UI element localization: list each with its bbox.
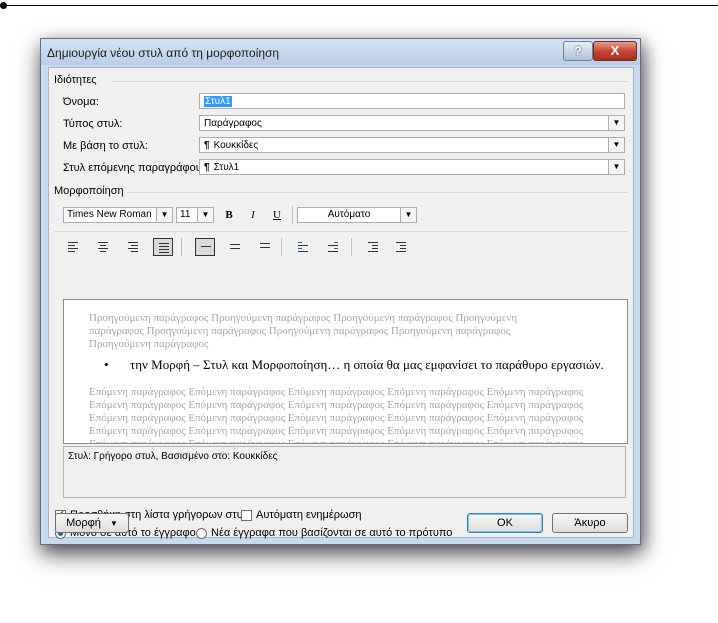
next-paragraph-style-label: Στυλ επόμενης παραγράφου: [63, 162, 205, 174]
style-preview-pane: Προηγούμενη παράγραφος Προηγούμενη παράγ… [63, 299, 628, 444]
properties-divider [111, 81, 627, 82]
justify-icon[interactable] [153, 238, 173, 256]
following-paragraph-sample: Επόμενη παράγραφος Επόμενη παράγραφος Επ… [89, 386, 584, 444]
ok-button[interactable]: OK [467, 513, 543, 533]
italic-button[interactable]: I [243, 206, 263, 224]
toolbar-separator [351, 238, 352, 256]
new-documents-radio[interactable] [196, 528, 207, 539]
next-paragraph-style-dropdown[interactable]: ¶ Στυλ1 ▼ [199, 159, 625, 175]
chevron-down-icon[interactable]: ▼ [608, 138, 624, 152]
based-on-dropdown[interactable]: ¶ Κουκκίδες ▼ [199, 137, 625, 153]
dialog-title: Δημιουργία νέου στυλ από τη μορφοποίηση [47, 46, 280, 60]
title-bar[interactable]: Δημιουργία νέου στυλ από τη μορφοποίηση … [41, 39, 640, 65]
caret-down-icon: ▼ [109, 519, 118, 528]
align-right-icon[interactable] [123, 238, 143, 256]
name-label: Όνομα: [63, 96, 99, 108]
document-top-rule [0, 5, 718, 6]
bullet-icon: • [104, 357, 109, 372]
style-type-label: Τύπος στυλ: [63, 118, 123, 130]
dialog-client-area: Ιδιότητες Όνομα: Στυλ1 Τύπος στυλ: Παράγ… [48, 67, 634, 539]
format-menu-button[interactable]: Μορφή ▼ [55, 513, 129, 533]
chevron-down-icon[interactable]: ▼ [400, 208, 416, 222]
font-value: Times New Roman [67, 209, 152, 220]
align-center-icon[interactable] [93, 238, 113, 256]
help-button[interactable]: ? [563, 41, 593, 61]
formatting-section-label: Μορφοποίηση [54, 185, 124, 197]
increase-indent-icon[interactable] [391, 238, 411, 256]
style-description: Στυλ: Γρήγορο στυλ, Βασισμένο στο: Κουκκ… [63, 446, 626, 498]
style-type-dropdown[interactable]: Παράγραφος ▼ [199, 115, 625, 131]
font-size-value: 11 [180, 209, 191, 220]
double-spacing-icon[interactable] [255, 238, 275, 256]
increase-paragraph-spacing-icon[interactable] [293, 238, 313, 256]
bold-button[interactable]: B [219, 206, 239, 224]
name-value: Στυλ1 [204, 96, 232, 107]
sample-paragraph: • την Μορφή – Στυλ και Μορφοποίηση… η οπ… [104, 357, 604, 372]
based-on-value: Κουκκίδες [213, 140, 259, 151]
decrease-paragraph-spacing-icon[interactable] [323, 238, 343, 256]
underline-button[interactable]: U [267, 206, 287, 224]
auto-update-label[interactable]: Αυτόματη ενημέρωση [256, 509, 362, 521]
properties-section-label: Ιδιότητες [54, 74, 97, 86]
style-type-value: Παράγραφος [204, 118, 262, 129]
decrease-indent-icon[interactable] [363, 238, 383, 256]
name-input[interactable]: Στυλ1 [199, 93, 625, 109]
toolbar-separator [281, 238, 282, 256]
chevron-down-icon[interactable]: ▼ [608, 160, 624, 174]
single-spacing-icon[interactable] [195, 238, 215, 256]
new-documents-label[interactable]: Νέα έγγραφα που βασίζονται σε αυτό το πρ… [211, 527, 452, 539]
paragraph-mark-icon: ¶ [204, 140, 210, 151]
create-style-dialog: Δημιουργία νέου στυλ από τη μορφοποίηση … [40, 38, 641, 545]
formatting-toolbar-divider [54, 231, 627, 232]
font-dropdown[interactable]: Times New Roman ▼ [63, 207, 173, 223]
based-on-label: Με βάση το στυλ: [63, 140, 148, 152]
format-menu-label: Μορφή [66, 517, 101, 529]
close-button[interactable]: X [593, 41, 637, 61]
previous-paragraph-sample: Προηγούμενη παράγραφος Προηγούμενη παράγ… [89, 312, 518, 350]
formatting-divider [127, 192, 627, 193]
sample-paragraph-text: την Μορφή – Στυλ και Μορφοποίηση… η οποί… [130, 357, 604, 372]
font-color-dropdown[interactable]: Αυτόματο ▼ [297, 207, 417, 223]
auto-update-checkbox[interactable] [241, 510, 252, 521]
font-color-value: Αυτόματο [327, 209, 371, 220]
chevron-down-icon[interactable]: ▼ [197, 208, 213, 222]
chevron-down-icon[interactable]: ▼ [608, 116, 624, 130]
paragraph-mark-icon: ¶ [204, 162, 210, 173]
one-half-spacing-icon[interactable] [225, 238, 245, 256]
next-paragraph-style-value: Στυλ1 [213, 162, 240, 173]
font-size-dropdown[interactable]: 11 ▼ [176, 207, 214, 223]
toolbar-separator [181, 238, 182, 256]
chevron-down-icon[interactable]: ▼ [156, 208, 172, 222]
align-left-icon[interactable] [63, 238, 83, 256]
toolbar-separator [292, 206, 293, 224]
cancel-button[interactable]: Άκυρο [552, 513, 628, 533]
document-rule-marker [0, 2, 7, 9]
